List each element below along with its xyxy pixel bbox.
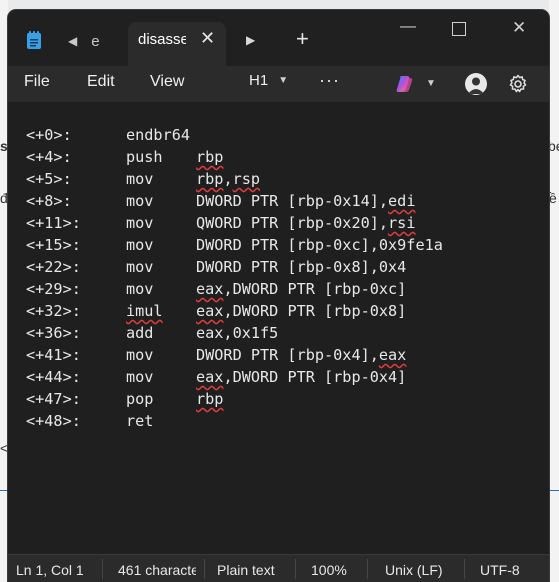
instruction-offset: <+44>: [26, 368, 81, 386]
background-text: s [0, 138, 8, 154]
copilot-icon[interactable] [394, 74, 414, 94]
instruction-offset: <+47>: [26, 390, 81, 408]
status-divider [204, 559, 205, 579]
instruction-opcode: mov [126, 346, 154, 364]
instruction-opcode: mov [126, 170, 154, 188]
instruction-operands: DWORD PTR [rbp-0x14],edi [196, 192, 416, 210]
instruction-opcode: ret [126, 412, 154, 430]
instruction-operands: rbp [196, 148, 224, 166]
status-divider [367, 559, 368, 579]
status-zoom[interactable]: 100% [311, 562, 347, 578]
instruction-offset: <+22>: [26, 258, 81, 276]
menu-view[interactable]: View [150, 73, 184, 91]
instruction-offset: <+8>: [26, 192, 72, 210]
close-icon[interactable]: ✕ [512, 18, 526, 38]
instruction-opcode: add [126, 324, 154, 342]
instruction-offset: <+4>: [26, 148, 72, 166]
background-text: đ [0, 190, 8, 206]
instruction-offset: <+11>: [26, 214, 81, 232]
tab-scroll-left-icon[interactable]: ◀ [68, 34, 77, 48]
tab-active-label: disassembly [138, 31, 186, 48]
instruction-operands: QWORD PTR [rbp-0x20],rsi [196, 214, 416, 232]
status-format[interactable]: Plain text [217, 562, 275, 578]
status-divider [102, 559, 103, 579]
instruction-offset: <+29>: [26, 280, 81, 298]
instruction-opcode: pop [126, 390, 154, 408]
tab-disassembly[interactable]: disassembly ✕ [128, 22, 226, 68]
status-line-ending[interactable]: Unix (LF) [385, 562, 443, 578]
instruction-operands: DWORD PTR [rbp-0xc],0x9fe1a [196, 236, 443, 254]
menu-bar: File Edit View H1 ▼ ··· ▼ [8, 66, 549, 102]
heading-dropdown[interactable]: H1 ▼ [249, 72, 288, 89]
instruction-operands: eax,DWORD PTR [rbp-0x4] [196, 368, 407, 386]
background-text: < [0, 440, 9, 456]
background-left [0, 0, 8, 582]
instruction-opcode: mov [126, 192, 154, 210]
status-cursor-position[interactable]: Ln 1, Col 1 [16, 562, 84, 578]
status-bar: Ln 1, Col 1 461 characters Plain text 10… [8, 554, 549, 582]
instruction-opcode: push [126, 148, 163, 166]
title-bar: ◀ e disassembly ✕ ▶ + — ✕ [8, 10, 549, 68]
account-avatar-icon[interactable] [465, 73, 487, 95]
background-divider [0, 490, 8, 491]
instruction-opcode: mov [126, 280, 154, 298]
text-editor[interactable]: <+0>: endbr64 <+4>: push rbp <+5>: mov rbp,rsp <… [8, 102, 549, 544]
instruction-opcode: mov [126, 236, 154, 254]
background-text: be [548, 138, 559, 154]
new-tab-icon[interactable]: + [296, 26, 309, 52]
instruction-operands: DWORD PTR [rbp-0x4],eax [196, 346, 407, 364]
background-divider [549, 490, 559, 491]
maximize-icon[interactable] [452, 22, 466, 36]
tab-close-icon[interactable]: ✕ [200, 28, 215, 49]
instruction-opcode: mov [126, 214, 154, 232]
instruction-opcode: mov [126, 368, 154, 386]
instruction-offset: <+36>: [26, 324, 81, 342]
instruction-opcode: endbr64 [126, 126, 191, 144]
instruction-offset: <+41>: [26, 346, 81, 364]
instruction-opcode: mov [126, 258, 154, 276]
instruction-offset: <+0>: [26, 126, 72, 144]
instruction-offset: <+5>: [26, 170, 72, 188]
tab-previous-label: e [91, 32, 100, 50]
tab-previous[interactable]: ◀ e [68, 26, 100, 56]
status-character-count[interactable]: 461 characters [118, 562, 196, 578]
minimize-icon[interactable]: — [400, 18, 416, 36]
notepad-window: ◀ e disassembly ✕ ▶ + — ✕ File Edit View… [8, 10, 549, 582]
chevron-down-icon: ▼ [278, 75, 289, 86]
copilot-chevron-icon[interactable]: ▼ [426, 78, 436, 89]
instruction-operands: eax,0x1f5 [196, 324, 279, 342]
background-text: ề [549, 190, 557, 206]
status-divider [295, 559, 296, 579]
instruction-operands: rbp [196, 390, 224, 408]
tab-scroll-right-icon[interactable]: ▶ [246, 33, 255, 47]
instruction-offset: <+15>: [26, 236, 81, 254]
status-divider [464, 559, 465, 579]
instruction-operands: eax,DWORD PTR [rbp-0x8] [196, 302, 407, 320]
heading-label: H1 [249, 72, 269, 89]
menu-file[interactable]: File [24, 73, 50, 91]
instruction-opcode: imul [126, 302, 163, 320]
instruction-operands: DWORD PTR [rbp-0x8],0x4 [196, 258, 407, 276]
menu-edit[interactable]: Edit [87, 73, 115, 91]
more-options-icon[interactable]: ··· [319, 70, 340, 91]
notepad-app-icon [27, 31, 41, 49]
status-encoding[interactable]: UTF-8 [480, 562, 520, 578]
background-right [549, 0, 559, 582]
instruction-operands: rbp,rsp [196, 170, 261, 188]
settings-gear-icon[interactable] [507, 73, 529, 95]
instruction-offset: <+32>: [26, 302, 81, 320]
instruction-operands: eax,DWORD PTR [rbp-0xc] [196, 280, 407, 298]
instruction-offset: <+48>: [26, 412, 81, 430]
